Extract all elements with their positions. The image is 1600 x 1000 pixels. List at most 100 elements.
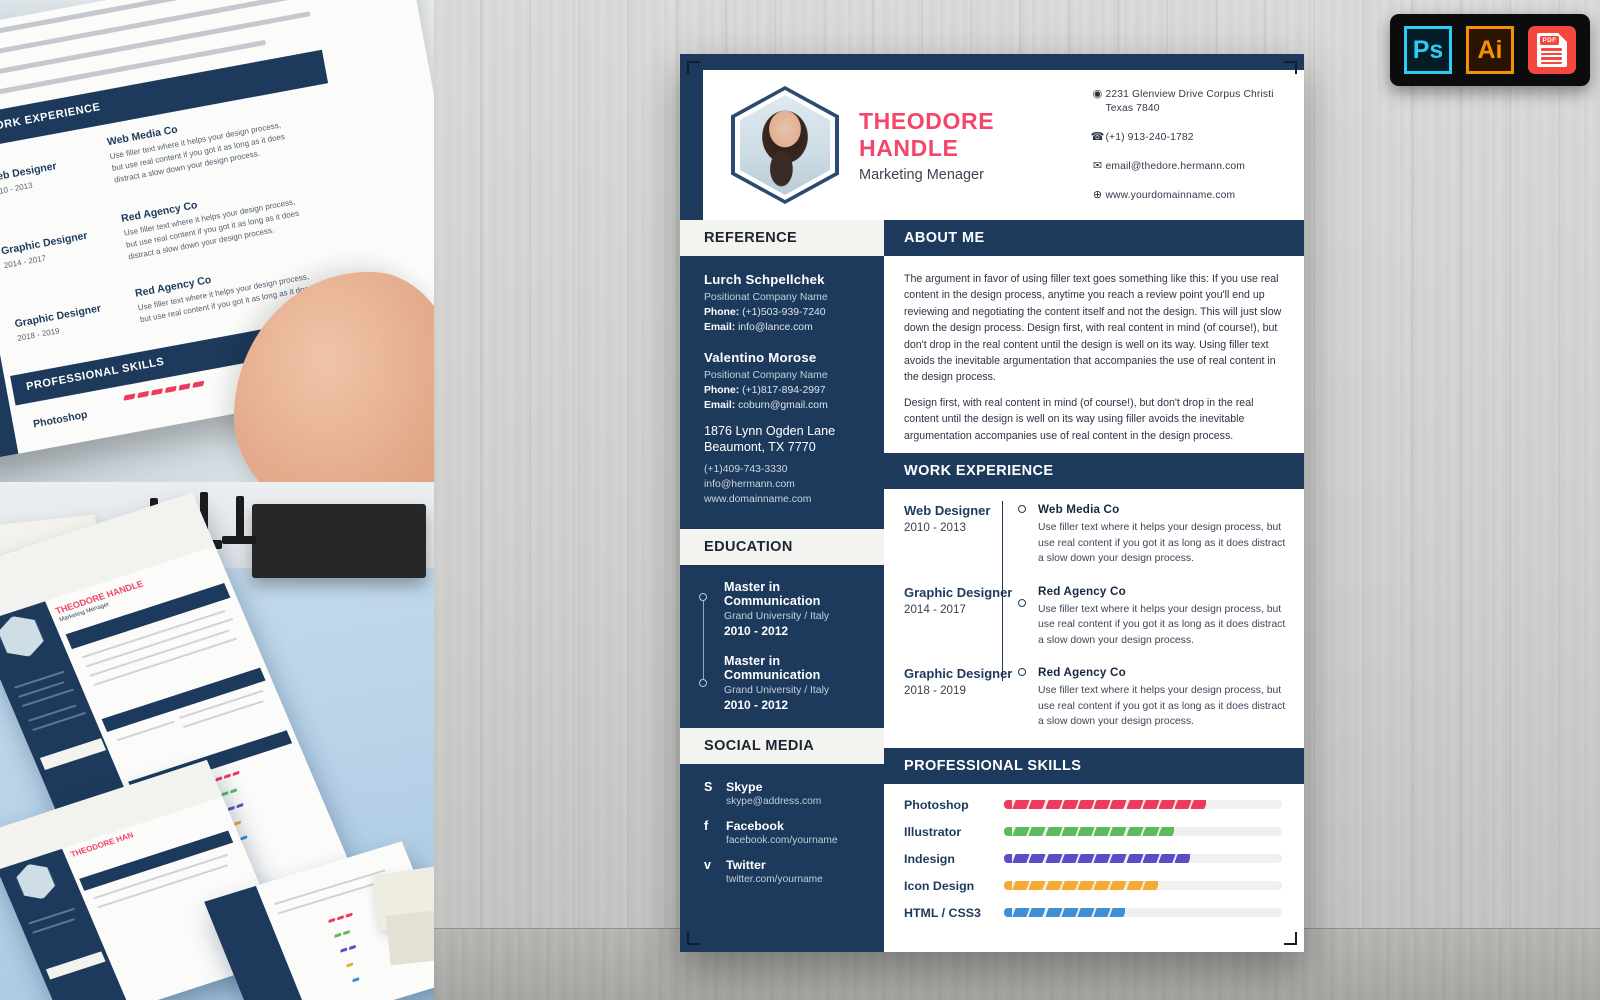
work-item: Graphic Designer 2014 - 2017 Red Agency …: [904, 585, 1286, 649]
social-name-twitter: Twitter: [726, 858, 766, 872]
desk-scene-mockup: THEODORE HANDLE Marketing Menager THEODO…: [0, 482, 434, 1000]
reference-phone-row: Phone: (+1)503-939-7240: [704, 307, 866, 318]
candidate-name: THEODORE HANDLE: [859, 107, 995, 161]
skill-segment: [1109, 827, 1127, 837]
education-degree: Master in Communication: [724, 580, 821, 608]
section-header-reference: REFERENCE: [680, 220, 884, 256]
work-title: Web Designer: [904, 503, 991, 519]
contact-list: ◉ 2231 Glenview Drive Corpus Christi Tex…: [1089, 88, 1286, 203]
education-timeline-line: [703, 595, 704, 683]
sidebar-phone: (+1)409-743-3330: [704, 464, 788, 475]
crop-mark-top-left: [687, 61, 700, 74]
section-title-about-me: ABOUT ME: [904, 230, 985, 246]
social-url-skype: skype@address.com: [726, 796, 822, 807]
reference-item: Valentino Morose Positionat Company Name…: [704, 350, 866, 411]
reference-email-label: Email:: [704, 322, 736, 333]
crop-mark-bottom-left: [687, 932, 700, 945]
social-item-facebook[interactable]: f Facebook facebook.com/yourname: [704, 819, 870, 846]
skill-segment: [1044, 827, 1063, 837]
resume-sidebar: REFERENCE Lurch Schpellchek Positionat C…: [680, 220, 884, 952]
skill-segment: [1093, 854, 1111, 864]
facebook-icon: f: [704, 819, 709, 833]
professional-skills-chart: Photoshop Illustrator Indesign Icon Design H…: [884, 784, 1304, 920]
screenshot-canvas: WORK EXPERIENCE Web Designer 2010 - 2013…: [0, 0, 1600, 1000]
section-header-about-me: ABOUT ME: [884, 220, 1304, 256]
skill-segment: [1158, 854, 1176, 864]
contact-address-text: 2231 Glenview Drive Corpus Christi Texas…: [1105, 88, 1274, 114]
globe-icon: ⊕: [1092, 188, 1103, 201]
work-timeline-dot: [1018, 505, 1026, 514]
skill-segment: [1109, 800, 1127, 810]
skill-track: [1004, 908, 1282, 918]
social-item-twitter[interactable]: ᴠ Twitter twitter.com/yourname: [704, 858, 870, 885]
social-url-twitter: twitter.com/yourname: [726, 874, 823, 885]
reference-position: Positionat Company Name: [704, 370, 828, 381]
section-header-professional-skills: PROFESSIONAL SKILLS: [884, 747, 1304, 784]
work-item: Graphic Designer 2018 - 2019 Red Agency …: [904, 666, 1286, 730]
education-item: Master in Communication Grand University…: [724, 580, 870, 638]
skill-segment: [1028, 854, 1047, 864]
candidate-role: Marketing Menager: [859, 166, 984, 183]
section-title-professional-skills: PROFESSIONAL SKILLS: [904, 757, 1082, 774]
skill-segment: [1158, 800, 1176, 810]
contact-phone-text: (+1) 913-240-1782: [1105, 131, 1194, 143]
reference-phone-value: (+1)503-939-7240: [742, 307, 826, 318]
skill-label: Illustrator: [904, 824, 962, 839]
skill-segment: [1061, 800, 1079, 810]
skill-track: [1004, 881, 1282, 891]
pdf-badge[interactable]: PDF: [1528, 26, 1576, 74]
reference-email-value: coburn@gmail.com: [738, 400, 828, 411]
skill-segment: [1044, 881, 1063, 891]
email-icon: ✉: [1092, 159, 1103, 172]
skill-segment: [1174, 800, 1192, 810]
social-name-facebook: Facebook: [726, 819, 784, 833]
skill-segment: [1125, 827, 1144, 837]
skill-segment-cap: [1004, 800, 1012, 810]
about-paragraph: Design first, with real content in mind …: [904, 396, 1254, 442]
address-line-2: Beaumont, TX 7770: [704, 440, 816, 454]
contact-website-text: www.yourdomainname.com: [1105, 189, 1236, 201]
skill-row: Photoshop: [904, 798, 1282, 812]
about-paragraph: The argument in favor of using filler te…: [904, 273, 1282, 384]
skill-segment: [1012, 908, 1030, 918]
social-item-skype[interactable]: S Skype skype@address.com: [704, 780, 870, 807]
resume-header: THEODORE HANDLE Marketing Menager ◉ 2231…: [703, 70, 1304, 220]
skill-segment: [1125, 881, 1144, 891]
skill-segment: [1109, 881, 1127, 891]
work-company: Red Agency Co: [1038, 666, 1126, 680]
skill-segment: [1044, 908, 1063, 918]
work-company: Web Media Co: [1038, 503, 1120, 517]
education-timeline-dot: [699, 679, 707, 687]
skill-segment: [1093, 881, 1111, 891]
education-item: Master in Communication Grand University…: [724, 654, 870, 712]
skill-segment: [1142, 800, 1160, 810]
skill-segment: [1012, 800, 1030, 810]
skill-row: HTML / CSS3: [904, 906, 1282, 920]
photoshop-badge[interactable]: Ps: [1404, 26, 1452, 74]
skill-row: Indesign: [904, 852, 1282, 866]
reference-phone-label: Phone:: [704, 385, 740, 396]
contact-address: ◉ 2231 Glenview Drive Corpus Christi Tex…: [1089, 88, 1286, 116]
sidebar-email: info@hermann.com: [704, 479, 795, 490]
illustrator-badge[interactable]: Ai: [1466, 26, 1514, 74]
skill-segment-cap: [1004, 908, 1012, 918]
skill-segment: [1174, 854, 1191, 864]
mockup-preview-column: WORK EXPERIENCE Web Designer 2010 - 2013…: [0, 0, 434, 1000]
phone-icon: ☎: [1090, 130, 1105, 143]
skill-segment: [1012, 881, 1030, 891]
skill-label: Photoshop: [904, 797, 969, 812]
skill-track: [1004, 800, 1282, 810]
social-name-skype: Skype: [726, 780, 763, 794]
reference-phone-label: Phone:: [704, 307, 740, 318]
work-description: Use filler text where it helps your desi…: [1038, 603, 1286, 646]
twitter-icon: ᴠ: [704, 858, 711, 872]
reference-email-label: Email:: [704, 400, 736, 411]
education-timeline-dot: [699, 593, 707, 601]
contact-email-text: email@thedore.hermann.com: [1105, 160, 1246, 172]
education-years: 2010 - 2012: [724, 624, 789, 638]
skill-segment: [1028, 800, 1047, 810]
education-degree: Master in Communication: [724, 654, 821, 682]
skill-segment: [1061, 881, 1079, 891]
education-university: Grand University / Italy: [724, 685, 830, 696]
skill-segment-cap: [1004, 827, 1012, 837]
